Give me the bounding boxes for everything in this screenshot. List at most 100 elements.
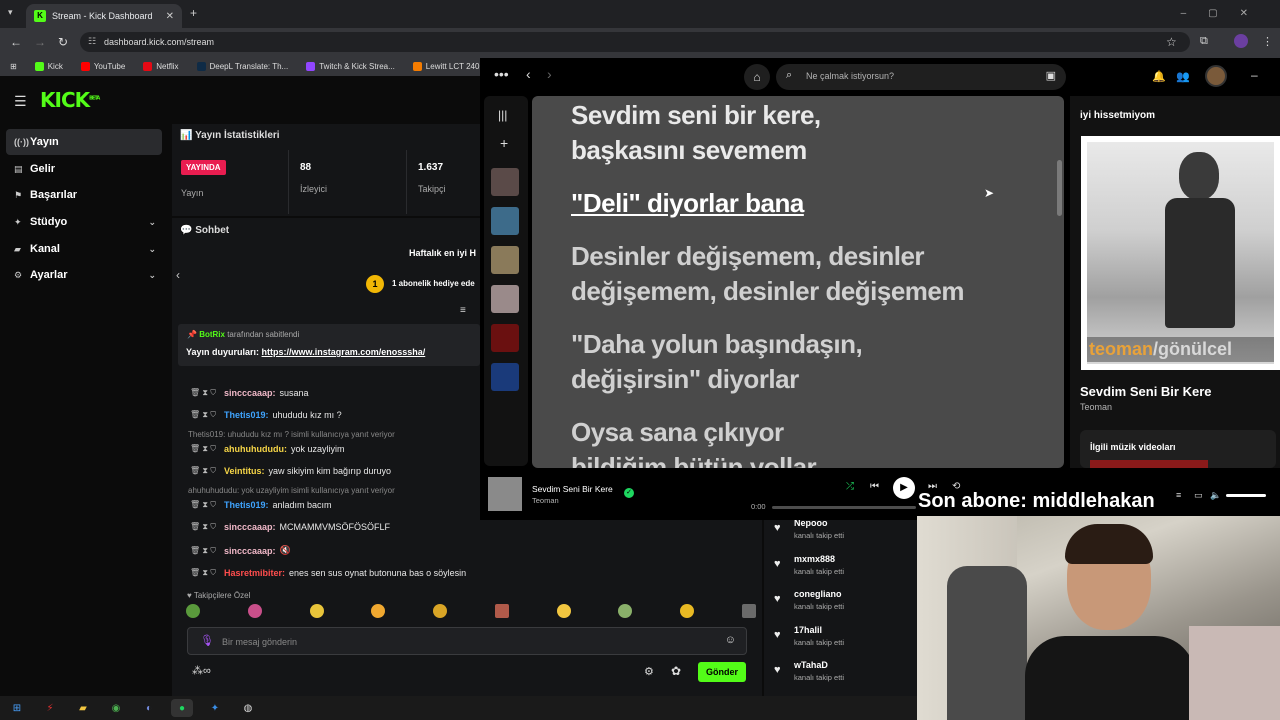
- volume-icon[interactable]: 🔈: [1210, 490, 1221, 501]
- home-icon[interactable]: ⌂: [744, 64, 770, 90]
- emote-icon[interactable]: [186, 604, 200, 618]
- chat-username[interactable]: sincccaaap:: [224, 546, 276, 556]
- profile-avatar[interactable]: [1234, 34, 1248, 48]
- playlist-cover[interactable]: [491, 168, 519, 196]
- chat-username[interactable]: Hasretmibiter:: [224, 568, 285, 578]
- shuffle-icon[interactable]: ⤮: [846, 481, 854, 492]
- bookmark-twitch-kick[interactable]: Twitch & Kick Strea...: [306, 61, 395, 71]
- lyric-line[interactable]: Oysa sana çıkıyor: [571, 415, 784, 450]
- close-tab-icon[interactable]: ✕: [166, 11, 174, 22]
- chat-username[interactable]: sincccaaap:: [224, 388, 276, 398]
- site-info-icon[interactable]: ☷: [88, 36, 96, 47]
- player-song-title[interactable]: Sevdim Seni Bir Kere: [532, 484, 613, 494]
- message-actions-icon[interactable]: 🗑 ⧗ ⛉: [190, 466, 220, 476]
- now-playing-cover[interactable]: [488, 477, 522, 511]
- chevron-right-icon[interactable]: ›: [547, 66, 552, 82]
- lyric-line[interactable]: Sevdim seni bir kere,: [571, 98, 821, 133]
- url-input[interactable]: ☷ dashboard.kick.com/stream: [80, 32, 1190, 52]
- previous-icon[interactable]: ⏮: [870, 481, 879, 492]
- hamburger-menu-icon[interactable]: ☰: [14, 93, 27, 110]
- now-playing-artist[interactable]: Teoman: [1080, 402, 1112, 412]
- emoji-icon[interactable]: ☺: [725, 634, 736, 646]
- bookmark-netflix[interactable]: Netflix: [143, 61, 179, 71]
- lyrics-scrollbar[interactable]: [1057, 160, 1062, 216]
- queue-icon[interactable]: ≡: [1176, 490, 1181, 500]
- emote-icon[interactable]: [309, 604, 324, 618]
- pinned-link[interactable]: https://www.instagram.com/enosssha/: [262, 347, 426, 357]
- lyric-line[interactable]: Desinler değişemem, desinler: [571, 239, 925, 274]
- message-actions-icon[interactable]: 🗑 ⧗ ⛉: [190, 546, 220, 556]
- playlist-cover[interactable]: [491, 363, 519, 391]
- message-actions-icon[interactable]: 🗑 ⧗ ⛉: [190, 388, 220, 398]
- chat-username[interactable]: Thetis019:: [224, 500, 269, 510]
- chevron-left-icon[interactable]: ‹: [526, 66, 531, 82]
- playlist-cover[interactable]: [491, 207, 519, 235]
- extensions-icon[interactable]: ⧉: [1200, 35, 1208, 48]
- obs-icon[interactable]: ◍: [237, 699, 259, 717]
- reload-icon[interactable]: ↻: [58, 35, 68, 49]
- emote-icon[interactable]: [556, 604, 571, 618]
- emote-icon[interactable]: [433, 604, 448, 618]
- sidebar-item-ayarlar[interactable]: ⚙ Ayarlar ⌄: [6, 262, 162, 288]
- emote-icon[interactable]: [247, 604, 262, 618]
- playlist-cover[interactable]: [491, 324, 519, 352]
- discord-icon[interactable]: ◐: [138, 699, 160, 717]
- message-actions-icon[interactable]: 🗑 ⧗ ⛉: [190, 568, 220, 578]
- related-videos-title[interactable]: İlgili müzik videoları: [1090, 442, 1176, 452]
- browser-menu-icon[interactable]: ⋮: [1262, 35, 1273, 48]
- bookmark-youtube[interactable]: YouTube: [80, 61, 125, 71]
- connect-device-icon[interactable]: ▭: [1194, 490, 1203, 501]
- saved-check-icon[interactable]: ✓: [624, 488, 634, 498]
- chrome-icon[interactable]: ◉: [105, 699, 127, 717]
- more-options-icon[interactable]: •••: [494, 66, 509, 82]
- chat-infinity-icon[interactable]: ⁂∞: [192, 664, 211, 677]
- message-actions-icon[interactable]: 🗑 ⧗ ⛉: [190, 522, 220, 532]
- playlist-cover[interactable]: [491, 246, 519, 274]
- progress-bar[interactable]: [772, 506, 916, 509]
- chat-username[interactable]: Thetis019:: [224, 410, 269, 420]
- message-actions-icon[interactable]: 🗑 ⧗ ⛉: [190, 444, 220, 454]
- back-icon[interactable]: ←: [10, 35, 22, 49]
- sidebar-item-kanal[interactable]: ▰ Kanal ⌄: [6, 236, 162, 262]
- new-tab-button[interactable]: +: [190, 6, 197, 20]
- spotify-icon[interactable]: ●: [171, 699, 193, 717]
- tab-search-icon[interactable]: ▾: [8, 7, 13, 18]
- sidebar-item-gelir[interactable]: ▤ Gelir: [6, 156, 162, 182]
- lyric-line[interactable]: değişirsin" diyorlar: [571, 362, 799, 397]
- playlist-cover[interactable]: [491, 285, 519, 313]
- bot-icon[interactable]: ✿: [671, 664, 681, 678]
- bookmark-star-icon[interactable]: ☆: [1166, 35, 1177, 49]
- microphone-icon[interactable]: 🎙: [200, 634, 214, 647]
- emote-icon[interactable]: [494, 604, 509, 618]
- message-actions-icon[interactable]: 🗑 ⧗ ⛉: [190, 410, 220, 420]
- library-icon[interactable]: |||: [498, 108, 507, 122]
- now-playing-song-title[interactable]: Sevdim Seni Bir Kere: [1080, 384, 1212, 399]
- windows-start-icon[interactable]: ⊞: [6, 699, 28, 717]
- apps-icon[interactable]: ⊞: [10, 62, 17, 71]
- spotify-search-input[interactable]: ⌕ Ne çalmak istiyorsun? ▣: [776, 64, 1066, 90]
- send-button[interactable]: Gönder: [698, 662, 746, 682]
- browser-tab-active[interactable]: K Stream - Kick Dashboard ✕: [26, 4, 182, 28]
- sidebar-item-yayin[interactable]: ((·)) Yayın: [6, 129, 162, 155]
- notifications-icon[interactable]: 🔔: [1152, 70, 1166, 83]
- lyric-line[interactable]: bildiğim bütün yollar: [571, 450, 817, 468]
- window-controls[interactable]: –▢✕: [1181, 8, 1270, 19]
- browse-icon[interactable]: ▣: [1046, 69, 1056, 82]
- bookmark-kick[interactable]: Kick: [34, 61, 63, 71]
- sidebar-item-basarilar[interactable]: ⚑ Başarılar: [6, 182, 162, 208]
- emote-icon[interactable]: [741, 604, 756, 618]
- player-artist[interactable]: Teoman: [532, 496, 559, 505]
- lyric-line[interactable]: değişemem, desinler değişemem: [571, 274, 965, 309]
- file-explorer-icon[interactable]: ▰: [72, 699, 94, 717]
- emote-icon[interactable]: [680, 604, 695, 618]
- volume-slider[interactable]: [1226, 494, 1266, 497]
- bookmark-deepl[interactable]: DeepL Translate: Th...: [196, 61, 288, 71]
- forward-icon[interactable]: →: [34, 35, 46, 49]
- chat-username[interactable]: Veintitus:: [224, 466, 265, 476]
- chat-username[interactable]: sincccaaap:: [224, 522, 276, 532]
- emote-icon[interactable]: [618, 604, 633, 618]
- filter-icon[interactable]: ≡: [460, 305, 466, 316]
- message-actions-icon[interactable]: 🗑 ⧗ ⛉: [190, 500, 220, 510]
- play-button[interactable]: ▶: [893, 477, 915, 499]
- chevron-left-icon[interactable]: ‹: [176, 268, 180, 282]
